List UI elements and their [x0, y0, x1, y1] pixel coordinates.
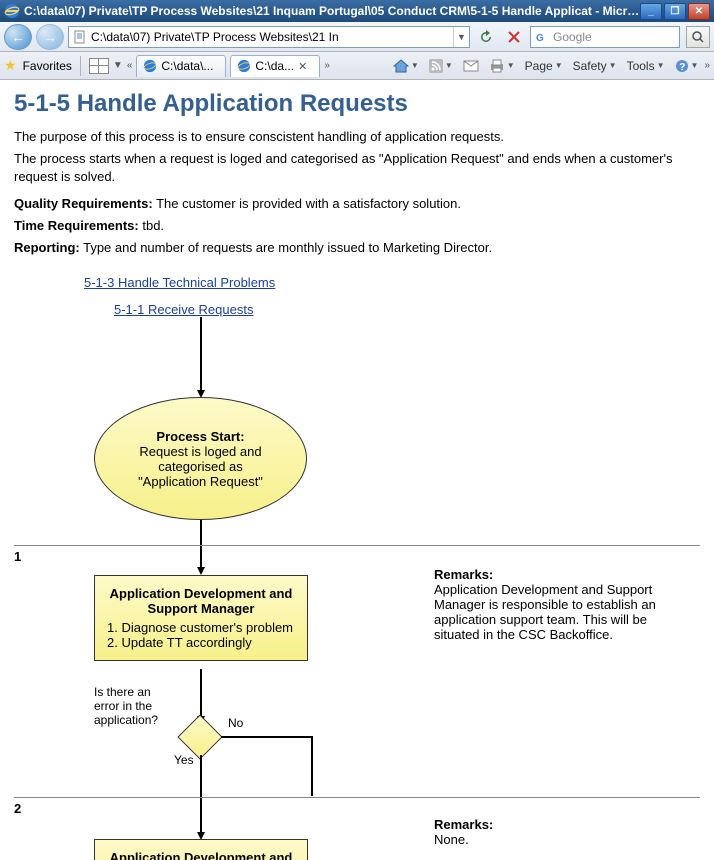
step-divider: [14, 545, 700, 546]
overflow-chevron[interactable]: »: [704, 60, 710, 71]
mail-icon: [463, 60, 479, 72]
role-label: Application Development and Support Mana…: [103, 586, 299, 616]
decision-yes: Yes: [174, 753, 194, 767]
connector-line: [200, 317, 202, 392]
search-button[interactable]: [686, 26, 710, 48]
role-label: Application Development and Support Mana…: [103, 850, 299, 860]
address-text: C:\data\07) Private\TP Process Websites\…: [91, 30, 453, 44]
connector-line: [221, 736, 311, 738]
time-requirements: Time Requirements: tbd.: [14, 217, 700, 235]
stop-button[interactable]: [502, 26, 526, 48]
google-icon: G: [535, 30, 549, 44]
address-bar[interactable]: C:\data\07) Private\TP Process Websites\…: [68, 26, 470, 48]
link-receive-requests[interactable]: 5-1-1 Receive Requests: [114, 302, 700, 317]
start-body-3: "Application Request": [138, 474, 263, 489]
rss-icon: [429, 59, 443, 73]
page-menu[interactable]: Page▼: [521, 57, 567, 75]
tab-label: C:\data\...: [161, 59, 213, 73]
remarks-block-1: Remarks: Application Development and Sup…: [434, 567, 684, 642]
remarks-label: Remarks:: [434, 817, 684, 832]
page-icon: [73, 30, 87, 44]
link-handle-technical[interactable]: 5-1-3 Handle Technical Problems: [84, 275, 700, 290]
remarks-text: None.: [434, 832, 684, 847]
decision-question: Is there an error in the application?: [94, 685, 158, 727]
navigation-bar: ← → C:\data\07) Private\TP Process Websi…: [0, 22, 714, 52]
ie-icon: [4, 3, 20, 19]
svg-text:?: ?: [679, 62, 685, 73]
quality-requirements: Quality Requirements: The customer is pr…: [14, 195, 700, 213]
remarks-block-2: Remarks: None.: [434, 817, 684, 847]
step-divider: [14, 797, 700, 798]
mail-button[interactable]: [459, 58, 483, 74]
quicktabs-dropdown[interactable]: ▼: [113, 60, 123, 71]
tab-bar: ★ Favorites ▼ « C:\data\... C:\da... ✕ »…: [0, 52, 714, 80]
address-dropdown[interactable]: ▼: [453, 27, 469, 47]
tools-menu[interactable]: Tools▼: [623, 57, 669, 75]
step-number-1: 1: [14, 549, 21, 564]
time-label: Time Requirements:: [14, 218, 139, 233]
intro-line-2: The process starts when a request is log…: [14, 150, 700, 186]
content-area: 5-1-5 Handle Application Requests The pu…: [0, 80, 714, 860]
decision-no: No: [228, 716, 243, 730]
star-icon[interactable]: ★: [4, 57, 17, 74]
tabs-prev[interactable]: «: [127, 60, 133, 71]
time-text: tbd.: [139, 218, 164, 233]
ie-icon: [143, 59, 157, 73]
remarks-text: Application Development and Support Mana…: [434, 582, 684, 642]
tab-close-icon[interactable]: ✕: [298, 60, 307, 73]
help-icon: ?: [675, 59, 689, 73]
tabs-next[interactable]: »: [324, 60, 330, 71]
search-box[interactable]: G Google: [530, 26, 680, 48]
back-button[interactable]: ←: [4, 24, 32, 50]
ie-icon: [237, 59, 251, 73]
window-titlebar: C:\data\07) Private\TP Process Websites\…: [0, 0, 714, 22]
help-button[interactable]: ?▼: [671, 57, 703, 75]
quality-label: Quality Requirements:: [14, 196, 153, 211]
intro-line-1: The purpose of this process is to ensure…: [14, 128, 700, 146]
safety-menu[interactable]: Safety▼: [569, 57, 621, 75]
tab-1[interactable]: C:\da... ✕: [230, 55, 320, 77]
minimize-button[interactable]: _: [640, 3, 662, 20]
start-body-2: categorised as: [158, 459, 243, 474]
report-text: Type and number of requests are monthly …: [80, 240, 492, 255]
print-button[interactable]: ▼: [485, 57, 519, 75]
search-placeholder: Google: [553, 30, 592, 44]
close-button[interactable]: ✕: [688, 3, 710, 20]
tab-label: C:\da...: [255, 59, 294, 73]
process-box-1: Application Development and Support Mana…: [94, 575, 308, 661]
forward-button[interactable]: →: [36, 24, 64, 50]
print-icon: [489, 59, 505, 73]
home-button[interactable]: ▼: [389, 57, 423, 75]
window-title: C:\data\07) Private\TP Process Websites\…: [24, 4, 640, 18]
connector-line: [200, 755, 202, 835]
divider: [80, 56, 81, 76]
tab-0[interactable]: C:\data\...: [136, 55, 226, 77]
step-text: 2. Update TT accordingly: [107, 635, 299, 650]
page-title: 5-1-5 Handle Application Requests: [14, 90, 700, 118]
report-label: Reporting:: [14, 240, 80, 255]
arrowhead-icon: [197, 567, 205, 575]
maximize-button[interactable]: ❐: [664, 3, 686, 20]
connector-line: [311, 736, 313, 796]
process-start-node: Process Start: Request is loged and cate…: [94, 397, 307, 520]
home-icon: [393, 59, 409, 73]
process-box-2: Application Development and Support Mana…: [94, 839, 308, 860]
flowchart: Process Start: Request is loged and cate…: [14, 317, 700, 860]
remarks-label: Remarks:: [434, 567, 684, 582]
quicktabs-icon[interactable]: [89, 58, 109, 74]
step-number-2: 2: [14, 801, 21, 816]
reporting: Reporting: Type and number of requests a…: [14, 239, 700, 257]
start-title: Process Start:: [156, 429, 244, 444]
favorites-label[interactable]: Favorites: [23, 59, 72, 73]
connector-line: [200, 669, 202, 719]
start-body-1: Request is loged and: [139, 444, 261, 459]
svg-text:G: G: [536, 33, 544, 44]
step-text: 1. Diagnose customer's problem: [107, 620, 299, 635]
feeds-button[interactable]: ▼: [425, 57, 457, 75]
refresh-button[interactable]: [474, 26, 498, 48]
quality-text: The customer is provided with a satisfac…: [153, 196, 461, 211]
